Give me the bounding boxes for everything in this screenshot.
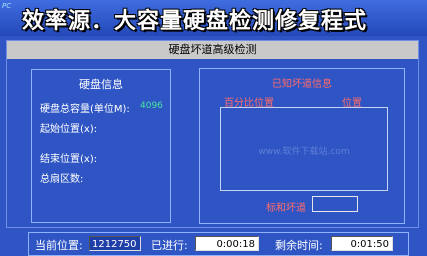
elapsed-label: 已进行: xyxy=(151,239,188,252)
disk-info-panel: 硬盘信息 硬盘总容量(单位M): 4096 起始位置(x): 结束位置(x): … xyxy=(31,69,171,223)
bad-sector-panel: 已知坏道信息 百分比位置 位置 www.软件下载站.com 标和坏道 xyxy=(199,68,405,224)
watermark: www.软件下载站.com xyxy=(258,147,350,157)
bad-sector-list[interactable]: www.软件下载站.com xyxy=(220,107,388,191)
elapsed-field: 0:00:18 xyxy=(195,236,259,251)
remaining-field: 0:01:50 xyxy=(331,236,393,251)
end-position-label: 结束位置(x): xyxy=(40,154,98,165)
mark-bad-sector-field[interactable] xyxy=(312,196,358,212)
detection-window: 硬盘坏道高级检测 硬盘信息 硬盘总容量(单位M): 4096 起始位置(x): … xyxy=(6,40,419,228)
total-sectors-label: 总扇区数: xyxy=(40,174,84,185)
remaining-label: 剩余时间: xyxy=(275,239,323,252)
status-bar: 当前位置: 1212750 已进行: 0:00:18 剩余时间: 0:01:50 xyxy=(28,232,409,256)
app-title: 效率源．大容量硬盘检测修复程式 xyxy=(22,9,368,34)
app-logo-icon: PC xyxy=(2,2,12,10)
current-position-label: 当前位置: xyxy=(35,239,83,252)
start-position-label: 起始位置(x): xyxy=(40,124,98,135)
window-header: 硬盘坏道高级检测 xyxy=(7,41,418,59)
bad-sector-title: 已知坏道信息 xyxy=(272,79,332,90)
title-banner: PC 效率源．大容量硬盘检测修复程式 xyxy=(0,0,427,36)
capacity-label: 硬盘总容量(单位M): xyxy=(40,104,130,115)
capacity-value: 4096 xyxy=(140,101,163,111)
disk-info-title: 硬盘信息 xyxy=(79,78,123,91)
current-position-field: 1212750 xyxy=(89,236,141,251)
mark-bad-sector-label: 标和坏道 xyxy=(266,203,306,214)
